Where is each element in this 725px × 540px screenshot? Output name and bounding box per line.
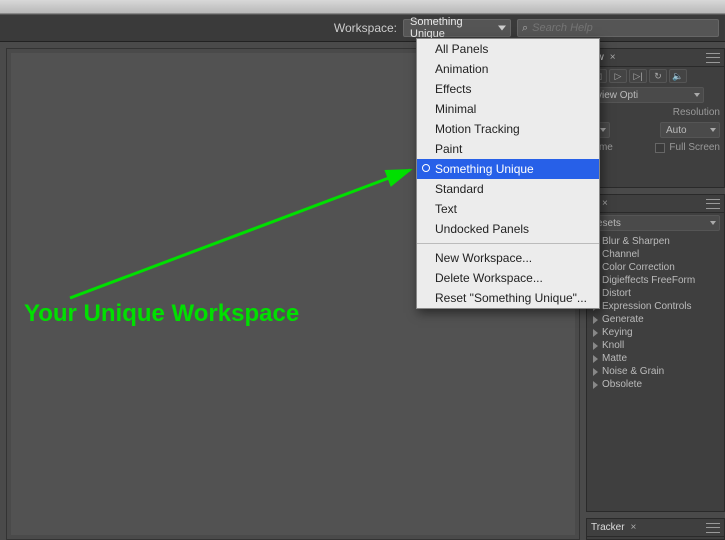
tracker-tab[interactable]: Tracker bbox=[591, 522, 625, 533]
effects-category-label: Knoll bbox=[602, 340, 624, 351]
effects-category-item[interactable]: Knoll bbox=[589, 339, 722, 352]
effects-category-label: Noise & Grain bbox=[602, 366, 664, 377]
effects-category-item[interactable]: Color Correction bbox=[589, 261, 722, 274]
panel-menu-icon[interactable] bbox=[706, 523, 720, 533]
workspace-menu-item[interactable]: Undocked Panels bbox=[417, 219, 599, 239]
workspace-menu-item[interactable]: Animation bbox=[417, 59, 599, 79]
effects-category-item[interactable]: Keying bbox=[589, 326, 722, 339]
search-input[interactable] bbox=[532, 22, 714, 34]
workspace-menu-item[interactable]: Text bbox=[417, 199, 599, 219]
workspace-dropdown-value: Something Unique bbox=[410, 16, 494, 40]
workspace-menu-item[interactable]: Standard bbox=[417, 179, 599, 199]
effects-category-label: Digieffects FreeForm bbox=[602, 275, 695, 286]
effects-category-item[interactable]: Expression Controls bbox=[589, 300, 722, 313]
effects-category-label: Blur & Sharpen bbox=[602, 236, 670, 247]
disclosure-triangle-icon bbox=[593, 342, 598, 350]
panel-menu-icon[interactable] bbox=[708, 91, 720, 100]
seek-next-icon[interactable]: ▷| bbox=[629, 69, 647, 83]
disclosure-triangle-icon bbox=[593, 329, 598, 337]
effects-category-label: Matte bbox=[602, 353, 627, 364]
application-toolbar: Workspace: Something Unique ⌕ bbox=[0, 14, 725, 42]
panel-menu-icon[interactable] bbox=[706, 199, 720, 209]
effects-category-item[interactable]: Generate bbox=[589, 313, 722, 326]
play-icon[interactable]: ▷ bbox=[609, 69, 627, 83]
effects-category-label: Obsolete bbox=[602, 379, 642, 390]
presets-dropdown[interactable]: esets bbox=[591, 215, 720, 231]
close-icon[interactable]: × bbox=[602, 198, 608, 209]
workspace-menu-action[interactable]: New Workspace... bbox=[417, 248, 599, 268]
menu-separator bbox=[417, 243, 599, 244]
loop-icon[interactable]: ↻ bbox=[649, 69, 667, 83]
workspace-dropdown[interactable]: Something Unique bbox=[403, 19, 511, 37]
chevron-down-icon bbox=[498, 26, 506, 31]
resolution-dropdown[interactable]: Auto bbox=[660, 122, 720, 138]
effects-category-item[interactable]: Noise & Grain bbox=[589, 365, 722, 378]
preview-options-dropdown[interactable]: view Opti bbox=[591, 87, 704, 103]
workspace-menu-item[interactable]: All Panels bbox=[417, 39, 599, 59]
fullscreen-label: Full Screen bbox=[669, 142, 720, 153]
effects-category-label: Generate bbox=[602, 314, 644, 325]
effects-category-item[interactable]: Blur & Sharpen bbox=[589, 235, 722, 248]
effects-panel: s × esets Blur & SharpenChannelColor Cor… bbox=[586, 194, 725, 512]
workspace-dropdown-menu: All PanelsAnimationEffectsMinimalMotion … bbox=[416, 38, 600, 309]
effects-category-label: Channel bbox=[602, 249, 639, 260]
effects-category-label: Distort bbox=[602, 288, 631, 299]
preview-panel: ew × ◁ ▷ ▷| ↻ 🔈 view Opti p Resolution bbox=[586, 48, 725, 188]
panel-menu-icon[interactable] bbox=[706, 53, 720, 63]
window-titlebar bbox=[0, 0, 725, 14]
close-icon[interactable]: × bbox=[610, 52, 616, 63]
audio-icon[interactable]: 🔈 bbox=[669, 69, 687, 83]
workspace-menu-item[interactable]: Something Unique bbox=[417, 159, 599, 179]
search-icon: ⌕ bbox=[522, 22, 528, 35]
effects-category-item[interactable]: Digieffects FreeForm bbox=[589, 274, 722, 287]
effects-category-label: Expression Controls bbox=[602, 301, 691, 312]
fullscreen-checkbox[interactable] bbox=[655, 143, 665, 153]
effects-category-label: Keying bbox=[602, 327, 633, 338]
disclosure-triangle-icon bbox=[593, 316, 598, 324]
resolution-label: Resolution bbox=[673, 107, 720, 118]
workspace-menu-item[interactable]: Effects bbox=[417, 79, 599, 99]
search-help-field[interactable]: ⌕ bbox=[517, 19, 719, 37]
workspace-menu-item[interactable]: Motion Tracking bbox=[417, 119, 599, 139]
effects-category-item[interactable]: Distort bbox=[589, 287, 722, 300]
effects-category-item[interactable]: Channel bbox=[589, 248, 722, 261]
effects-category-label: Color Correction bbox=[602, 262, 675, 273]
workspace-menu-action[interactable]: Delete Workspace... bbox=[417, 268, 599, 288]
workspace-menu-item[interactable]: Paint bbox=[417, 139, 599, 159]
annotation-label: Your Unique Workspace bbox=[24, 300, 299, 328]
tracker-panel: Tracker × bbox=[586, 518, 725, 540]
effects-category-item[interactable]: Obsolete bbox=[589, 378, 722, 391]
effects-category-item[interactable]: Matte bbox=[589, 352, 722, 365]
workspace-menu-action[interactable]: Reset "Something Unique"... bbox=[417, 288, 599, 308]
disclosure-triangle-icon bbox=[593, 368, 598, 376]
disclosure-triangle-icon bbox=[593, 381, 598, 389]
disclosure-triangle-icon bbox=[593, 355, 598, 363]
workspace-menu-item[interactable]: Minimal bbox=[417, 99, 599, 119]
close-icon[interactable]: × bbox=[631, 522, 637, 533]
workspace-label: Workspace: bbox=[334, 21, 397, 35]
